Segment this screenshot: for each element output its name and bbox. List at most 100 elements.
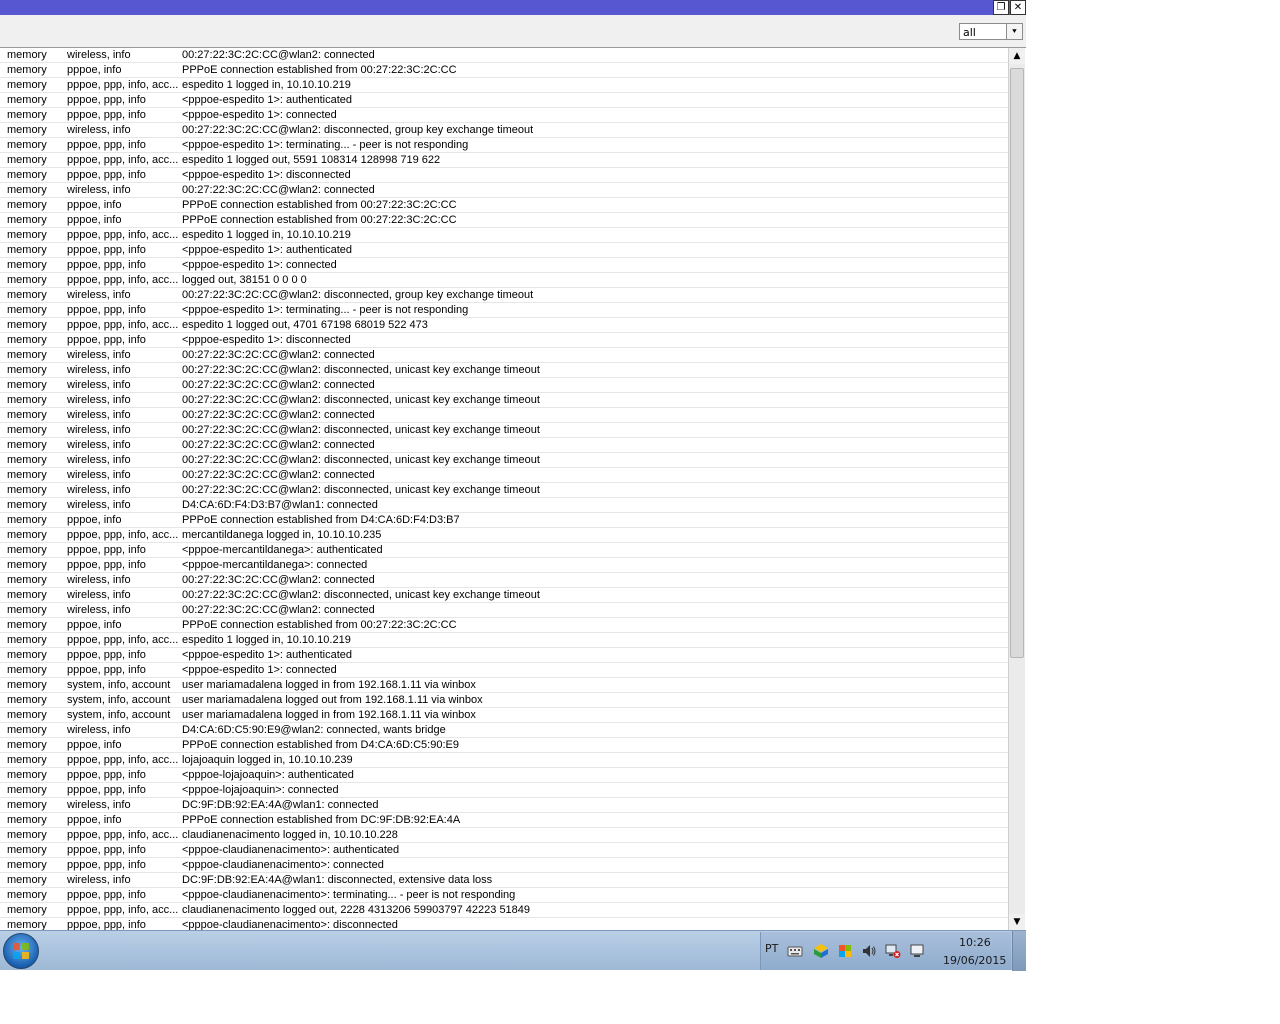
log-row[interactable]: memory pppoe, ppp, info <pppoe-mercantilda… (0, 543, 1008, 558)
log-row[interactable]: memory pppoe, info PPPoE connection establ… (0, 213, 1008, 228)
scroll-up-arrow-icon[interactable]: ▲ (1009, 48, 1025, 64)
restore-button[interactable]: ❐ (993, 0, 1009, 15)
scroll-thumb[interactable] (1010, 68, 1024, 658)
log-row[interactable]: memory wireless, info 00:27:22:3C:2C:CC@wl… (0, 288, 1008, 303)
log-row[interactable]: memory pppoe, ppp, info, acc... claudianen… (0, 903, 1008, 918)
log-topics-cell: pppoe, info (67, 64, 122, 76)
log-row[interactable]: memory pppoe, ppp, info, acc... espedito 1… (0, 228, 1008, 243)
log-row[interactable]: memory pppoe, ppp, info <pppoe-lojajoaquin… (0, 783, 1008, 798)
bluestacks-icon[interactable] (813, 943, 829, 959)
log-row[interactable]: memory system, info, account user mariamad… (0, 693, 1008, 708)
window-titlebar: ❐ ✕ (0, 0, 1026, 15)
clock-date[interactable]: 19/06/2015 (943, 954, 1006, 967)
log-message-cell: user mariamadalena logged out from 192.1… (182, 694, 483, 706)
dropdown-arrow-icon[interactable]: ⯆ (1006, 24, 1022, 39)
log-row[interactable]: memory wireless, info 00:27:22:3C:2C:CC@wl… (0, 468, 1008, 483)
log-row[interactable]: memory wireless, info 00:27:22:3C:2C:CC@wl… (0, 588, 1008, 603)
windows-taskbar: PT 10:26 19/06/2015 (0, 930, 1026, 971)
log-row[interactable]: memory pppoe, ppp, info <pppoe-espedito 1>… (0, 663, 1008, 678)
log-row[interactable]: memory wireless, info 00:27:22:3C:2C:CC@wl… (0, 438, 1008, 453)
log-row[interactable]: memory pppoe, ppp, info, acc... lojajoaqui… (0, 753, 1008, 768)
log-row[interactable]: memory pppoe, ppp, info, acc... espedito 1… (0, 78, 1008, 93)
log-row[interactable]: memory pppoe, ppp, info <pppoe-claudianena… (0, 858, 1008, 873)
log-row[interactable]: memory system, info, account user mariamad… (0, 708, 1008, 723)
log-row[interactable]: memory pppoe, ppp, info <pppoe-mercantilda… (0, 558, 1008, 573)
clock-time[interactable]: 10:26 (959, 936, 991, 949)
log-message-cell: PPPoE connection established from 00:27:… (182, 619, 457, 631)
log-row[interactable]: memory wireless, info D4:CA:6D:F4:D3:B7@wl… (0, 498, 1008, 513)
log-row[interactable]: memory wireless, info 00:27:22:3C:2C:CC@wl… (0, 393, 1008, 408)
log-message-cell: <pppoe-mercantildanega>: connected (182, 559, 368, 571)
log-row[interactable]: memory pppoe, ppp, info <pppoe-espedito 1>… (0, 243, 1008, 258)
log-message-cell: espedito 1 logged in, 10.10.10.219 (182, 634, 351, 646)
log-topics-cell: wireless, info (67, 409, 131, 421)
log-row[interactable]: memory pppoe, ppp, info <pppoe-lojajoaquin… (0, 768, 1008, 783)
log-message-cell: PPPoE connection established from 00:27:… (182, 64, 457, 76)
flag-icon[interactable] (837, 943, 853, 959)
log-row[interactable]: memory pppoe, ppp, info <pppoe-espedito 1>… (0, 108, 1008, 123)
log-row[interactable]: memory wireless, info 00:27:22:3C:2C:CC@wl… (0, 183, 1008, 198)
log-row[interactable]: memory pppoe, info PPPoE connection establ… (0, 813, 1008, 828)
log-row[interactable]: memory pppoe, info PPPoE connection establ… (0, 738, 1008, 753)
log-row[interactable]: memory wireless, info 00:27:22:3C:2C:CC@wl… (0, 123, 1008, 138)
log-row[interactable]: memory pppoe, ppp, info <pppoe-espedito 1>… (0, 138, 1008, 153)
start-button[interactable] (3, 933, 39, 969)
keyboard-icon[interactable] (787, 943, 803, 959)
language-indicator[interactable]: PT (765, 942, 778, 955)
log-toolbar: all ⯆ (0, 15, 1026, 48)
log-topics-cell: pppoe, ppp, info (67, 844, 146, 856)
log-row[interactable]: memory pppoe, ppp, info <pppoe-espedito 1>… (0, 333, 1008, 348)
log-row[interactable]: memory wireless, info 00:27:22:3C:2C:CC@wl… (0, 483, 1008, 498)
log-row[interactable]: memory pppoe, info PPPoE connection establ… (0, 198, 1008, 213)
network-error-icon[interactable] (885, 943, 901, 959)
action-center-icon[interactable] (909, 943, 925, 959)
log-row[interactable]: memory pppoe, ppp, info <pppoe-claudianena… (0, 918, 1008, 930)
log-row[interactable]: memory wireless, info 00:27:22:3C:2C:CC@wl… (0, 453, 1008, 468)
log-row[interactable]: memory system, info, account user mariamad… (0, 678, 1008, 693)
log-row[interactable]: memory pppoe, ppp, info, acc... espedito 1… (0, 633, 1008, 648)
close-button[interactable]: ✕ (1010, 0, 1026, 15)
log-row[interactable]: memory pppoe, ppp, info <pppoe-espedito 1>… (0, 258, 1008, 273)
log-row[interactable]: memory pppoe, ppp, info, acc... espedito 1… (0, 318, 1008, 333)
log-row[interactable]: memory wireless, info DC:9F:DB:92:EA:4A@wl… (0, 873, 1008, 888)
log-row[interactable]: memory pppoe, ppp, info <pppoe-claudianena… (0, 888, 1008, 903)
log-topics-cell: pppoe, ppp, info (67, 559, 146, 571)
log-row[interactable]: memory pppoe, ppp, info, acc... espedito 1… (0, 153, 1008, 168)
log-row[interactable]: memory pppoe, info PPPoE connection establ… (0, 63, 1008, 78)
log-row[interactable]: memory wireless, info 00:27:22:3C:2C:CC@wl… (0, 378, 1008, 393)
log-row[interactable]: memory wireless, info 00:27:22:3C:2C:CC@wl… (0, 603, 1008, 618)
log-row[interactable]: memory pppoe, info PPPoE connection establ… (0, 513, 1008, 528)
log-row[interactable]: memory wireless, info 00:27:22:3C:2C:CC@wl… (0, 408, 1008, 423)
log-row[interactable]: memory wireless, info 00:27:22:3C:2C:CC@wl… (0, 348, 1008, 363)
log-row[interactable]: memory pppoe, ppp, info <pppoe-claudianena… (0, 843, 1008, 858)
log-message-cell: 00:27:22:3C:2C:CC@wlan2: connected (182, 184, 375, 196)
log-row[interactable]: memory wireless, info 00:27:22:3C:2C:CC@wl… (0, 48, 1008, 63)
show-desktop-button[interactable] (1012, 931, 1026, 971)
log-message-cell: PPPoE connection established from 00:27:… (182, 199, 457, 211)
buffer-filter-select[interactable]: all ⯆ (959, 23, 1023, 40)
log-row[interactable]: memory pppoe, ppp, info <pppoe-espedito 1>… (0, 648, 1008, 663)
log-row[interactable]: memory pppoe, ppp, info <pppoe-espedito 1>… (0, 93, 1008, 108)
log-buffer-cell: memory (7, 859, 47, 871)
scroll-down-arrow-icon[interactable]: ▼ (1009, 914, 1025, 930)
log-row[interactable]: memory wireless, info 00:27:22:3C:2C:CC@wl… (0, 363, 1008, 378)
log-buffer-cell: memory (7, 499, 47, 511)
log-row[interactable]: memory wireless, info 00:27:22:3C:2C:CC@wl… (0, 573, 1008, 588)
log-row[interactable]: memory wireless, info 00:27:22:3C:2C:CC@wl… (0, 423, 1008, 438)
log-buffer-cell: memory (7, 199, 47, 211)
log-row[interactable]: memory pppoe, ppp, info <pppoe-espedito 1>… (0, 303, 1008, 318)
log-row[interactable]: memory wireless, info D4:CA:6D:C5:90:E9@wl… (0, 723, 1008, 738)
log-scrollbar[interactable]: ▲ ▼ (1008, 48, 1025, 930)
log-topics-cell: pppoe, ppp, info (67, 259, 146, 271)
log-message-cell: 00:27:22:3C:2C:CC@wlan2: connected (182, 379, 375, 391)
log-list[interactable]: memory wireless, info 00:27:22:3C:2C:CC@wl… (0, 48, 1008, 930)
volume-icon[interactable] (861, 943, 877, 959)
log-row[interactable]: memory pppoe, info PPPoE connection establ… (0, 618, 1008, 633)
log-row[interactable]: memory wireless, info DC:9F:DB:92:EA:4A@wl… (0, 798, 1008, 813)
log-message-cell: <pppoe-espedito 1>: terminating... - pee… (182, 304, 469, 316)
log-row[interactable]: memory pppoe, ppp, info, acc... claudianen… (0, 828, 1008, 843)
log-topics-cell: pppoe, ppp, info (67, 664, 146, 676)
log-row[interactable]: memory pppoe, ppp, info, acc... mercantild… (0, 528, 1008, 543)
log-row[interactable]: memory pppoe, ppp, info, acc... logged out… (0, 273, 1008, 288)
log-row[interactable]: memory pppoe, ppp, info <pppoe-espedito 1>… (0, 168, 1008, 183)
